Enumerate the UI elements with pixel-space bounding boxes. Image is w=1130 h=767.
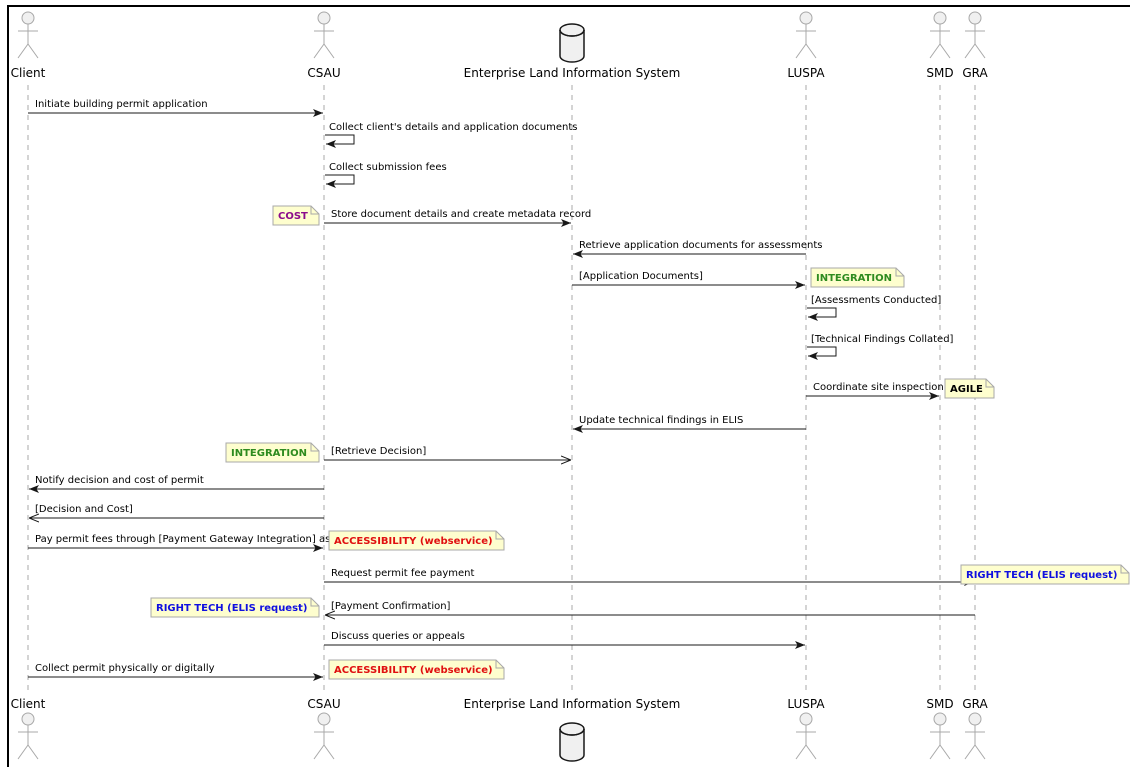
message-label: Collect permit physically or digitally xyxy=(35,663,215,674)
message-label: [Decision and Cost] xyxy=(35,504,133,515)
note-label: RIGHT TECH (ELIS request) xyxy=(966,570,1117,581)
message-arrow xyxy=(325,134,355,148)
participant-luspa-top: LUSPA xyxy=(787,11,825,80)
note-8: ACCESSIBILITY (webservice) xyxy=(328,659,505,680)
participant-label: Client xyxy=(11,66,46,80)
note-5: ACCESSIBILITY (webservice) xyxy=(328,530,505,551)
message-label: [Retrieve Decision] xyxy=(331,446,426,457)
note-label: COST xyxy=(278,211,308,222)
message-5: Retrieve application documents for asses… xyxy=(573,240,822,258)
message-label: Pay permit fees through [Payment Gateway… xyxy=(35,534,349,545)
participant-label: GRA xyxy=(962,697,988,711)
participant-gra-bottom: GRA xyxy=(962,697,988,760)
message-10: Update technical findings in ELIS xyxy=(573,415,806,433)
message-label: Store document details and create metada… xyxy=(331,209,591,220)
actor-icon xyxy=(929,11,951,59)
sequence-diagram: Client Client CSAU CSAU Enterprise Land Info… xyxy=(11,11,1130,762)
actor-icon xyxy=(795,11,817,59)
message-arrow xyxy=(807,307,837,321)
note-1: COST xyxy=(272,205,320,226)
message-label: Initiate building permit application xyxy=(35,99,208,110)
participant-label: Client xyxy=(11,697,46,711)
message-16: [Payment Confirmation] xyxy=(325,601,975,615)
message-6: [Application Documents] xyxy=(572,271,805,289)
participant-elis-top: Enterprise Land Information System xyxy=(464,23,681,80)
participant-label: LUSPA xyxy=(787,697,825,711)
database-icon xyxy=(559,23,585,63)
participant-label: GRA xyxy=(962,66,988,80)
participant-gra-top: GRA xyxy=(962,11,988,80)
participant-label: SMD xyxy=(926,697,953,711)
message-label: Collect submission fees xyxy=(329,162,447,173)
participant-label: Enterprise Land Information System xyxy=(464,697,681,711)
note-2: INTEGRATION xyxy=(810,267,905,288)
participant-csau-bottom: CSAU xyxy=(307,697,341,760)
message-label: [Assessments Conducted] xyxy=(811,295,941,306)
note-label: INTEGRATION xyxy=(231,448,307,459)
message-label: [Payment Confirmation] xyxy=(331,601,451,612)
participant-smd-bottom: SMD xyxy=(926,697,954,760)
message-label: Request permit fee payment xyxy=(331,568,474,579)
actor-icon xyxy=(313,11,335,59)
message-label: Notify decision and cost of permit xyxy=(35,475,204,486)
note-label: RIGHT TECH (ELIS request) xyxy=(156,603,307,614)
message-label: Retrieve application documents for asses… xyxy=(579,240,822,251)
participant-csau-top: CSAU xyxy=(307,11,341,80)
actor-icon xyxy=(964,11,986,59)
message-4: Store document details and create metada… xyxy=(324,209,591,227)
message-18: Collect permit physically or digitally xyxy=(28,663,323,681)
participant-luspa-bottom: LUSPA xyxy=(787,697,825,760)
message-label: Collect client's details and application… xyxy=(329,122,578,133)
message-9: Coordinate site inspection xyxy=(806,382,944,400)
participant-label: CSAU xyxy=(307,66,340,80)
message-8: [Technical Findings Collated] xyxy=(807,334,954,360)
note-3: AGILE xyxy=(944,378,995,399)
message-12: Notify decision and cost of permit xyxy=(29,475,324,493)
message-11: [Retrieve Decision] xyxy=(324,446,571,460)
message-label: Update technical findings in ELIS xyxy=(579,415,743,426)
participant-client-bottom: Client xyxy=(11,697,46,760)
participant-label: SMD xyxy=(926,66,953,80)
participant-elis-bottom: Enterprise Land Information System xyxy=(464,697,681,762)
message-arrow xyxy=(325,174,355,188)
actor-icon xyxy=(964,712,986,760)
database-icon xyxy=(559,722,585,762)
actor-icon xyxy=(17,712,39,760)
participant-smd-top: SMD xyxy=(926,11,954,80)
note-label: ACCESSIBILITY (webservice) xyxy=(334,665,493,676)
note-label: ACCESSIBILITY (webservice) xyxy=(334,536,493,547)
message-15: Request permit fee payment xyxy=(324,568,974,586)
note-6: RIGHT TECH (ELIS request) xyxy=(960,564,1130,585)
participant-client-top: Client xyxy=(11,11,46,80)
note-4: INTEGRATION xyxy=(225,442,320,463)
note-label: INTEGRATION xyxy=(816,273,892,284)
message-14: Pay permit fees through [Payment Gateway… xyxy=(28,534,349,552)
actor-icon xyxy=(17,11,39,59)
participant-label: LUSPA xyxy=(787,66,825,80)
message-label: Coordinate site inspection xyxy=(813,382,944,393)
note-7: RIGHT TECH (ELIS request) xyxy=(150,597,320,618)
actor-icon xyxy=(795,712,817,760)
actor-icon xyxy=(929,712,951,760)
note-label: AGILE xyxy=(950,384,983,395)
message-label: [Application Documents] xyxy=(579,271,703,282)
message-label: [Technical Findings Collated] xyxy=(811,334,954,345)
message-7: [Assessments Conducted] xyxy=(807,295,941,321)
message-3: Collect submission fees xyxy=(325,162,447,188)
participant-label: Enterprise Land Information System xyxy=(464,66,681,80)
message-1: Initiate building permit application xyxy=(28,99,323,117)
message-17: Discuss queries or appeals xyxy=(324,631,805,649)
message-2: Collect client's details and application… xyxy=(325,122,578,148)
participant-label: CSAU xyxy=(307,697,340,711)
actor-icon xyxy=(313,712,335,760)
message-13: [Decision and Cost] xyxy=(29,504,324,518)
message-label: Discuss queries or appeals xyxy=(331,631,465,642)
message-arrow xyxy=(807,346,837,360)
